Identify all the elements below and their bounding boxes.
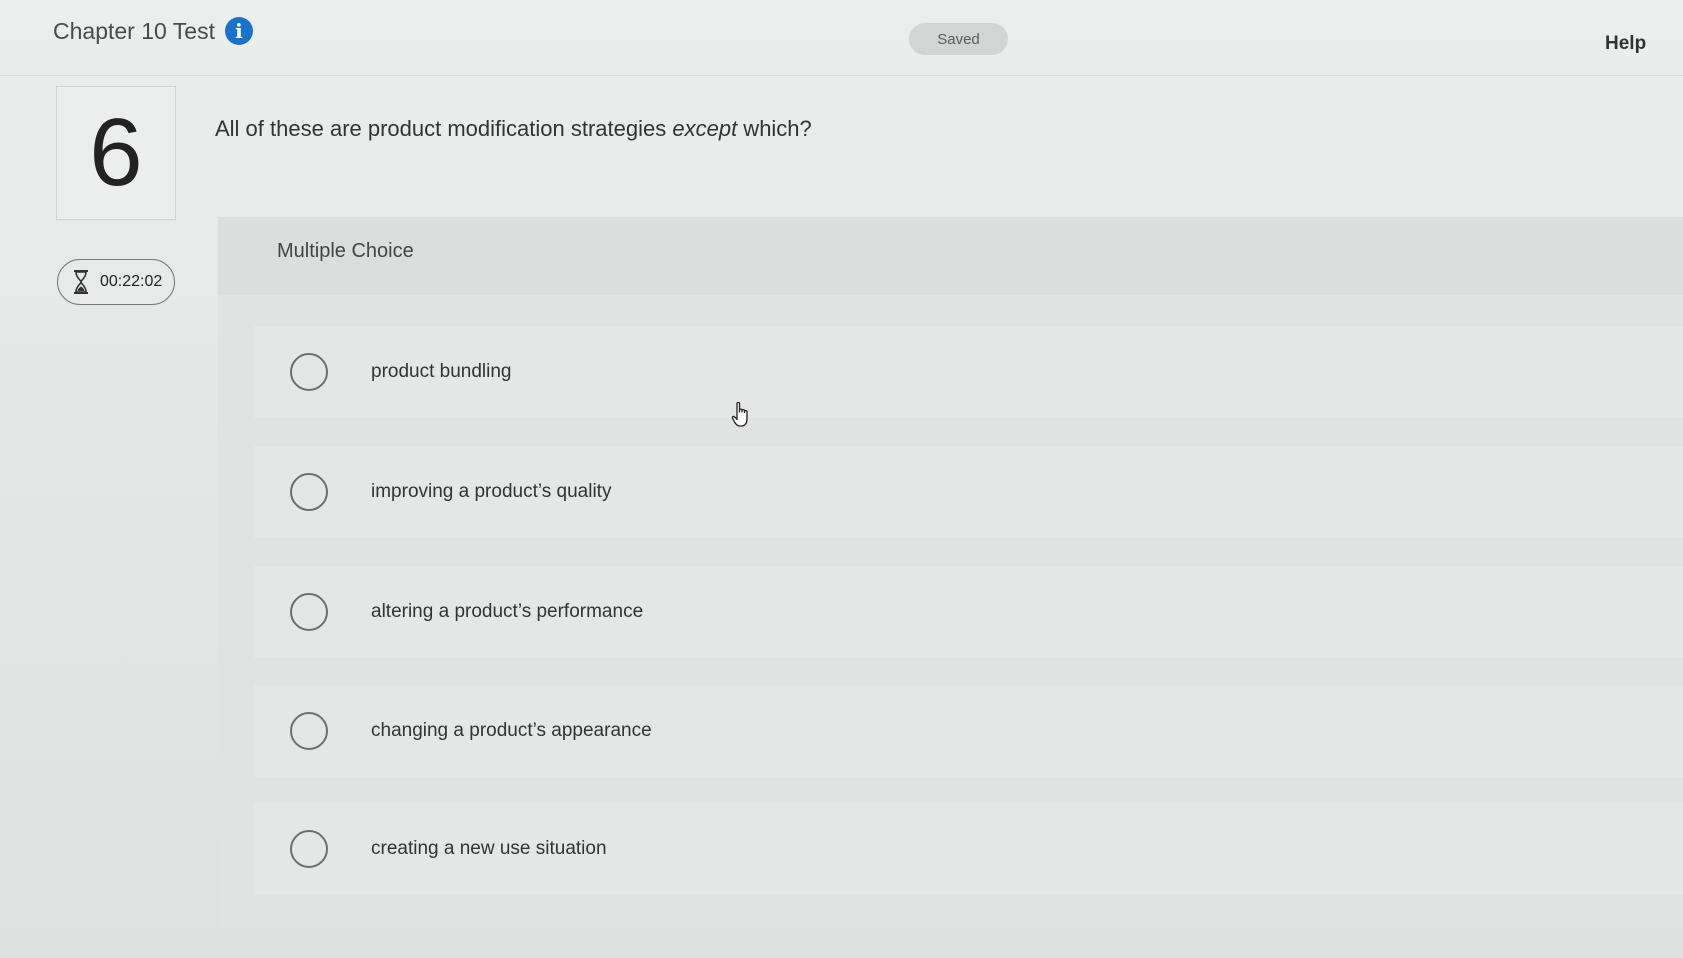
multiple-choice-panel: Multiple Choice product bundling improvi… xyxy=(218,217,1683,927)
radio-button[interactable] xyxy=(290,473,328,511)
answer-option-1[interactable]: product bundling xyxy=(254,326,1683,418)
test-title-text: Chapter 10 Test xyxy=(53,17,215,44)
multiple-choice-label: Multiple Choice xyxy=(277,240,414,262)
top-bar: Chapter 10 Test i Saved Help xyxy=(0,0,1683,76)
hourglass-icon xyxy=(70,268,92,296)
question-text-end: which? xyxy=(737,116,812,141)
timer[interactable]: 00:22:02 xyxy=(57,259,175,305)
radio-button[interactable] xyxy=(290,830,328,868)
test-title: Chapter 10 Test i xyxy=(53,17,253,45)
radio-button[interactable] xyxy=(290,593,328,631)
saved-status-badge: Saved xyxy=(909,23,1008,55)
answer-option-label: changing a product’s appearance xyxy=(371,720,652,741)
answer-option-5[interactable]: creating a new use situation xyxy=(254,803,1683,895)
help-link[interactable]: Help xyxy=(1605,33,1646,55)
question-number: 6 xyxy=(56,86,176,220)
question-text-start: All of these are product modification st… xyxy=(215,116,673,141)
hand-cursor-icon xyxy=(730,400,754,430)
timer-value: 00:22:02 xyxy=(100,273,163,290)
radio-button[interactable] xyxy=(290,712,328,750)
answer-option-label: product bundling xyxy=(371,361,512,382)
answer-option-4[interactable]: changing a product’s appearance xyxy=(254,685,1683,777)
radio-button[interactable] xyxy=(290,353,328,391)
answer-option-label: altering a product’s performance xyxy=(371,601,644,622)
answer-option-3[interactable]: altering a product’s performance xyxy=(254,566,1683,658)
answer-option-2[interactable]: improving a product’s quality xyxy=(254,446,1683,538)
info-icon[interactable]: i xyxy=(224,17,253,45)
answer-option-label: creating a new use situation xyxy=(371,838,607,859)
multiple-choice-header: Multiple Choice xyxy=(218,217,1683,295)
answer-option-label: improving a product’s quality xyxy=(371,481,612,502)
question-text-emphasis: except xyxy=(672,116,738,141)
question-prompt: All of these are product modification st… xyxy=(215,116,812,142)
